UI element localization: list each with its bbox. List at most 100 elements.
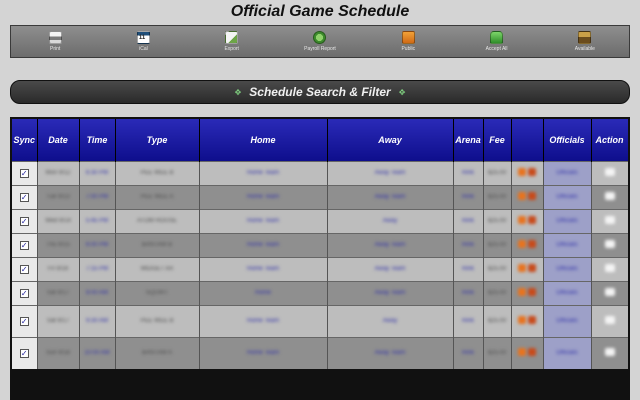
arena-cell[interactable]: Rink	[453, 304, 484, 337]
status-icon[interactable]	[518, 240, 526, 248]
away-cell[interactable]: Away Team	[327, 280, 454, 305]
sync-checkbox[interactable]: ✓	[19, 240, 29, 250]
time-cell[interactable]: 5:45 PM	[79, 208, 116, 233]
status-cell[interactable]	[511, 184, 544, 209]
table-row[interactable]: ✓ Sun 9/18 10:00 AM BANTAM A Home Team Away T…	[12, 336, 628, 369]
table-row[interactable]: ✓ Sat 9/17 9:30 AM PEE WEE B Home Team Away Ri…	[12, 304, 628, 337]
flag-icon[interactable]	[528, 168, 536, 176]
col-header-date[interactable]: Date	[37, 119, 80, 161]
status-cell[interactable]	[511, 160, 544, 185]
sync-checkbox[interactable]: ✓	[19, 168, 29, 178]
action-cell[interactable]	[591, 336, 628, 369]
home-cell[interactable]: Home Team	[199, 304, 328, 337]
schedule-filter-toggle[interactable]: ✥ Schedule Search & Filter ✥	[10, 80, 630, 104]
away-cell[interactable]: Away Team	[327, 256, 454, 281]
action-cell[interactable]	[591, 184, 628, 209]
table-row[interactable]: ✓ Mon 9/12 6:30 PM PEE WEE B Home Team Away T…	[12, 160, 628, 185]
home-cell[interactable]: Home Team	[199, 232, 328, 257]
officials-cell[interactable]: Officials	[543, 184, 592, 209]
time-cell[interactable]: 10:00 AM	[79, 336, 116, 369]
action-cell[interactable]	[591, 256, 628, 281]
table-row[interactable]: ✓ Sat 9/17 8:00 AM SQUIRT Home Away Team Rink $…	[12, 280, 628, 305]
action-icon[interactable]	[604, 264, 615, 272]
col-header-away[interactable]: Away	[327, 119, 454, 161]
arena-cell[interactable]: Rink	[453, 256, 484, 281]
time-cell[interactable]: 9:30 AM	[79, 304, 116, 337]
home-cell[interactable]: Home Team	[199, 160, 328, 185]
officials-cell[interactable]: Officials	[543, 304, 592, 337]
away-cell[interactable]: Away	[327, 304, 454, 337]
action-cell[interactable]	[591, 280, 628, 305]
sync-checkbox[interactable]: ✓	[19, 264, 29, 274]
officials-cell[interactable]: Officials	[543, 208, 592, 233]
table-row[interactable]: ✓ Wed 9/14 5:45 PM ATOM HOUSE Home Team Away R…	[12, 208, 628, 233]
status-icon[interactable]	[518, 192, 526, 200]
home-cell[interactable]: Home Team	[199, 184, 328, 209]
flag-icon[interactable]	[528, 216, 536, 224]
status-cell[interactable]	[511, 256, 544, 281]
arena-cell[interactable]: Rink	[453, 208, 484, 233]
officials-cell[interactable]: Officials	[543, 280, 592, 305]
col-header-type[interactable]: Type	[115, 119, 200, 161]
arena-cell[interactable]: Rink	[453, 232, 484, 257]
col-header-officials[interactable]: Officials	[543, 119, 592, 161]
col-header-time[interactable]: Time	[79, 119, 116, 161]
accept-all-button[interactable]: Accept All	[457, 31, 537, 52]
sync-checkbox[interactable]: ✓	[19, 288, 29, 298]
print-button[interactable]: Print	[15, 31, 95, 52]
sync-checkbox[interactable]: ✓	[19, 316, 29, 326]
time-cell[interactable]: 6:30 PM	[79, 160, 116, 185]
action-cell[interactable]	[591, 304, 628, 337]
sync-checkbox[interactable]: ✓	[19, 348, 29, 358]
home-cell[interactable]: Home Team	[199, 208, 328, 233]
arena-cell[interactable]: Rink	[453, 336, 484, 369]
home-cell[interactable]: Home Team	[199, 336, 328, 369]
officials-cell[interactable]: Officials	[543, 232, 592, 257]
away-cell[interactable]: Away Team	[327, 336, 454, 369]
arena-cell[interactable]: Rink	[453, 280, 484, 305]
status-cell[interactable]	[511, 336, 544, 369]
status-cell[interactable]	[511, 280, 544, 305]
away-cell[interactable]: Away	[327, 208, 454, 233]
status-icon[interactable]	[518, 216, 526, 224]
action-icon[interactable]	[604, 316, 615, 324]
sync-checkbox[interactable]: ✓	[19, 192, 29, 202]
action-icon[interactable]	[604, 288, 615, 296]
action-icon[interactable]	[604, 348, 615, 357]
col-header-sync[interactable]: Sync	[12, 119, 38, 161]
table-row[interactable]: ✓ Tue 9/13 7:00 PM PEE WEE A Home Team Away T…	[12, 184, 628, 209]
available-button[interactable]: Available	[545, 31, 625, 52]
home-cell[interactable]: Home	[199, 280, 328, 305]
time-cell[interactable]: 7:15 PM	[79, 256, 116, 281]
flag-icon[interactable]	[528, 348, 536, 357]
export-button[interactable]: Export	[192, 31, 272, 52]
status-cell[interactable]	[511, 208, 544, 233]
col-header-fee[interactable]: Fee	[483, 119, 512, 161]
flag-icon[interactable]	[528, 316, 536, 324]
home-cell[interactable]: Home Team	[199, 256, 328, 281]
status-icon[interactable]	[518, 288, 526, 296]
table-row[interactable]: ✓ Thu 9/15 6:00 PM BANTAM B Home Team Away Te…	[12, 232, 628, 257]
status-cell[interactable]	[511, 232, 544, 257]
col-header-home[interactable]: Home	[199, 119, 328, 161]
payroll-report-button[interactable]: Payroll Report	[280, 31, 360, 52]
action-icon[interactable]	[604, 240, 615, 248]
flag-icon[interactable]	[528, 240, 536, 248]
col-header-arena[interactable]: Arena	[453, 119, 484, 161]
flag-icon[interactable]	[528, 264, 536, 272]
public-button[interactable]: Public	[368, 31, 448, 52]
sync-checkbox[interactable]: ✓	[19, 216, 29, 226]
officials-cell[interactable]: Officials	[543, 256, 592, 281]
time-cell[interactable]: 7:00 PM	[79, 184, 116, 209]
status-icon[interactable]	[518, 316, 526, 324]
action-cell[interactable]	[591, 160, 628, 185]
time-cell[interactable]: 6:00 PM	[79, 232, 116, 257]
arena-cell[interactable]: Rink	[453, 160, 484, 185]
flag-icon[interactable]	[528, 288, 536, 296]
officials-cell[interactable]: Officials	[543, 336, 592, 369]
action-icon[interactable]	[604, 216, 615, 224]
officials-cell[interactable]: Officials	[543, 160, 592, 185]
action-icon[interactable]	[604, 168, 615, 176]
time-cell[interactable]: 8:00 AM	[79, 280, 116, 305]
action-cell[interactable]	[591, 208, 628, 233]
